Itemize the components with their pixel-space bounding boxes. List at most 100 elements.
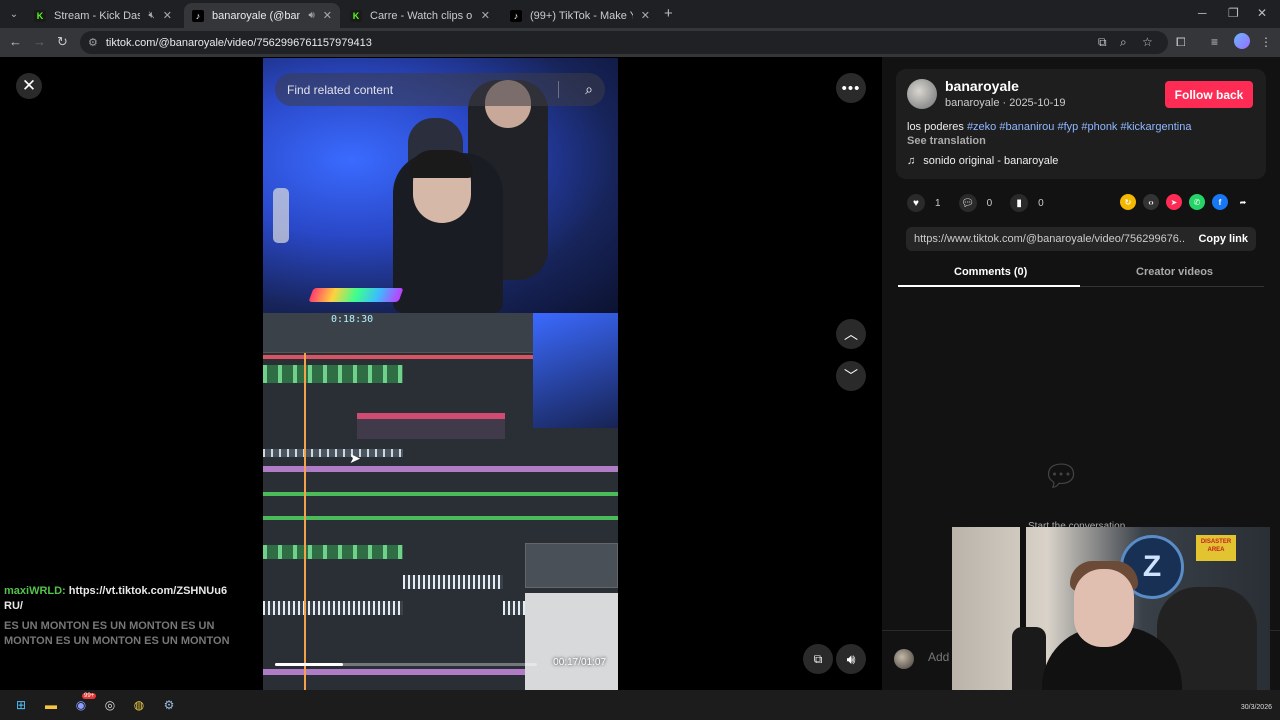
back-icon[interactable]: ← (9, 34, 22, 49)
comment-icon[interactable]: 💬︎ (958, 194, 977, 212)
panel-tabs: Comments (0) Creator videos (898, 263, 1264, 287)
system-date: 30/3/2026 (1240, 704, 1272, 711)
repost-icon[interactable]: ↻ (1120, 194, 1136, 210)
extensions-icon[interactable]: ⧠ (1176, 35, 1186, 50)
reload-icon[interactable]: ↻ (57, 34, 68, 50)
obs-icon[interactable]: ◎ (101, 696, 119, 714)
windows-taskbar: ⊞ ▬ ◉ 99+ ◎ ◍ ⚙ 30/3/2026 (0, 690, 1280, 720)
more-options-button[interactable]: ••• (836, 73, 866, 103)
tab-carre-clips[interactable]: K Carre - Watch clips on Kick ✕ (342, 3, 498, 28)
kick-icon: K (34, 9, 46, 22)
daw-track (263, 601, 403, 615)
related-search-box[interactable]: Find related content ⌕ (275, 73, 605, 106)
bottle-shape (273, 188, 289, 243)
install-app-icon[interactable]: ⧉ (1098, 35, 1107, 50)
next-video-button[interactable]: ﹀ (836, 361, 866, 391)
zoom-icon[interactable]: ⌕ (1120, 35, 1127, 50)
hashtag-link[interactable]: #phonk (1081, 121, 1117, 133)
video-player[interactable]: Find related content ⌕ 0:18:30 ➤ 00:17/0… (263, 58, 618, 690)
hashtag-link[interactable]: #zeko (967, 121, 996, 133)
restore-icon[interactable]: ❐ (1228, 6, 1239, 20)
video-progress-bar[interactable] (275, 663, 537, 666)
site-info-icon[interactable]: ⚙ (88, 36, 98, 49)
engagement-stats: ♥ 1 💬︎ 0 ▮ 0 (907, 194, 1052, 212)
tiktok-icon: ♪ (510, 9, 522, 22)
close-tab-icon[interactable]: ✕ (163, 9, 172, 22)
close-tab-icon[interactable]: ✕ (323, 9, 332, 22)
steam-icon[interactable]: ⚙ (160, 696, 178, 714)
copy-link-button[interactable]: Copy link (1198, 233, 1248, 245)
search-placeholder: Find related content (287, 82, 394, 97)
close-tab-icon[interactable]: ✕ (641, 9, 650, 22)
kick-icon: K (350, 9, 362, 22)
save-count: 0 (1038, 197, 1044, 209)
daw-clip (357, 413, 505, 439)
send-icon[interactable]: ➤ (1166, 194, 1182, 210)
tab-banaroyale[interactable]: ♪ banaroyale (@banaroyale) 🔊︎ ✕ (184, 3, 340, 28)
embed-icon[interactable]: ‹› (1143, 194, 1159, 210)
hashtag-link[interactable]: #bananirou (999, 121, 1054, 133)
tab-search-icon[interactable]: ⌄ (6, 6, 22, 22)
search-icon[interactable]: ⌕ (585, 81, 593, 98)
video-description: los poderes #zeko #bananirou #fyp #phonk… (907, 121, 1191, 133)
captions-button[interactable]: ⧉ (803, 644, 833, 674)
chat-username: maxiWRLD: (4, 585, 66, 597)
address-bar[interactable]: ⚙ tiktok.com/@banaroyale/video/756299676… (80, 31, 1168, 54)
bookmark-icon[interactable]: ▮ (1010, 194, 1029, 212)
stream-chat-overlay: maxiWRLD: https://vt.tiktok.com/ZSHNUu6R… (4, 584, 234, 649)
daw-track (503, 601, 525, 615)
streamer-webcam: Z DISASTER AREA (952, 527, 1270, 707)
close-window-icon[interactable]: ✕ (1257, 6, 1267, 20)
creator-username[interactable]: banaroyale (945, 78, 1019, 94)
video-link: https://www.tiktok.com/@banaroyale/video… (914, 233, 1184, 245)
tab-comments[interactable]: Comments (0) (954, 266, 1027, 278)
tab-creator-videos[interactable]: Creator videos (1136, 266, 1213, 278)
new-tab-icon[interactable]: + (664, 5, 673, 22)
heart-icon[interactable]: ♥ (907, 194, 925, 212)
daw-track (263, 545, 403, 559)
daw-track (263, 449, 403, 457)
copy-link-box: https://www.tiktok.com/@banaroyale/video… (906, 227, 1256, 251)
chrome-icon[interactable]: ◍ (130, 696, 148, 714)
music-title: sonido original - banaroyale (923, 155, 1059, 167)
share-icon[interactable]: ➦ (1235, 194, 1251, 210)
close-video-button[interactable]: ✕ (16, 73, 42, 99)
whatsapp-icon[interactable]: ✆ (1189, 194, 1205, 210)
see-translation-link[interactable]: See translation (907, 135, 986, 147)
file-explorer-icon[interactable]: ▬ (42, 696, 60, 714)
forward-icon[interactable]: → (33, 34, 46, 49)
comment-input[interactable]: Add (928, 650, 949, 664)
bookmark-star-icon[interactable]: ☆ (1142, 35, 1153, 49)
tab-kick-dashboard[interactable]: K Stream - Kick Dashboard 🔇︎ ✕ (26, 3, 180, 28)
daw-track (263, 516, 618, 520)
rgb-keyboard-shape (308, 288, 404, 302)
daw-track (263, 669, 525, 675)
daw-light-panel (525, 593, 618, 690)
daw-track (403, 575, 503, 589)
url-text: tiktok.com/@banaroyale/video/75629967611… (105, 36, 372, 49)
profile-avatar[interactable] (1234, 33, 1250, 49)
windows-start-icon[interactable]: ⊞ (12, 696, 30, 714)
hashtag-link[interactable]: #kickargentina (1121, 121, 1192, 133)
menu-icon[interactable]: ⋮ (1260, 35, 1272, 49)
avatar[interactable] (907, 79, 937, 109)
volume-button[interactable]: 🔊︎ (836, 644, 866, 674)
speaker-icon[interactable]: 🔊︎ (308, 10, 314, 21)
music-note-icon: ♫ (907, 155, 916, 167)
streamer-shape (1074, 569, 1134, 647)
mic-arm-shape (1020, 527, 1026, 637)
facebook-icon[interactable]: f (1212, 194, 1228, 210)
media-control-icon[interactable]: ≡ (1211, 35, 1218, 49)
hashtag-link[interactable]: #fyp (1057, 121, 1078, 133)
previous-video-button[interactable]: ︿ (836, 319, 866, 349)
avatar (894, 649, 914, 669)
mini-camera (533, 313, 618, 428)
muted-speaker-icon[interactable]: 🔇︎ (148, 10, 154, 21)
close-tab-icon[interactable]: ✕ (481, 9, 490, 22)
creator-subline: banaroyale · 2025-10-19 (945, 97, 1066, 109)
music-link[interactable]: ♫ sonido original - banaroyale (907, 155, 1058, 167)
tab-tiktok-home[interactable]: ♪ (99+) TikTok - Make Your Day ✕ (502, 3, 658, 28)
active-tab-indicator (898, 285, 1080, 287)
minimize-icon[interactable]: ─ (1198, 6, 1207, 20)
follow-back-button[interactable]: Follow back (1165, 81, 1253, 108)
